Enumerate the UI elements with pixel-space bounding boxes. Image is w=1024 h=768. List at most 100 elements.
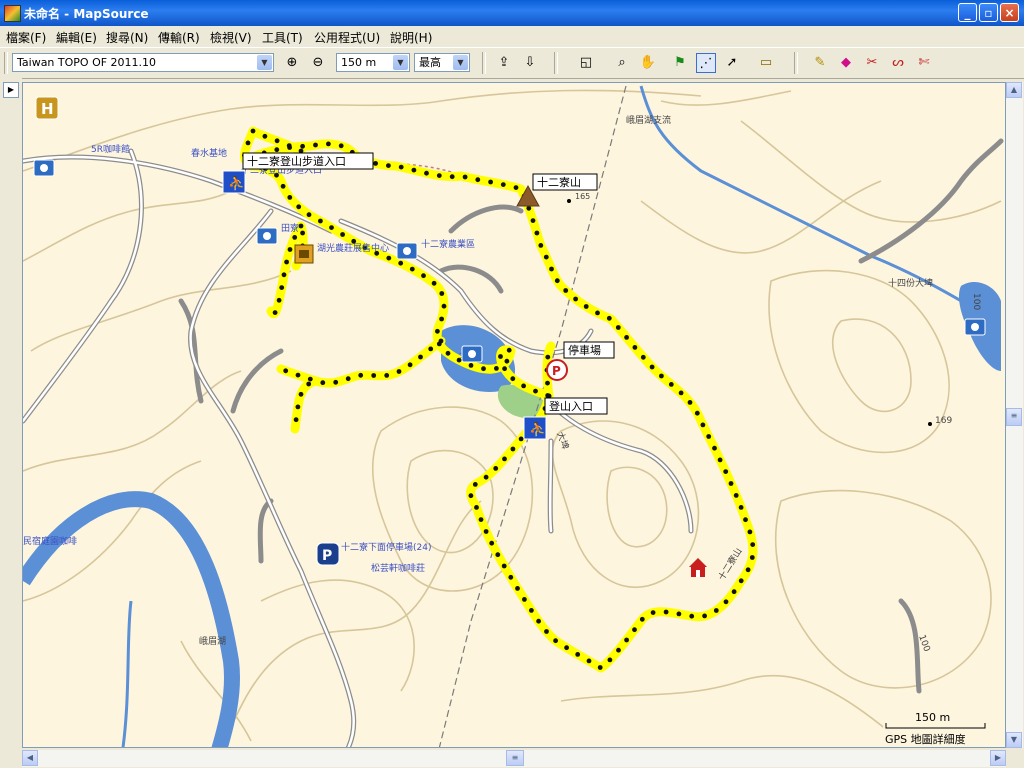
parking-icon[interactable]: P (316, 542, 340, 566)
track-point (358, 372, 364, 378)
measure-ruler-icon[interactable]: ▭ (756, 53, 776, 73)
track-point (468, 363, 474, 368)
label-spring: 春水基地 (191, 147, 227, 159)
vertical-scrollbar[interactable]: ▲ ≡ ▼ (1006, 82, 1023, 748)
maximize-button[interactable]: ▫ (979, 3, 998, 22)
selection-arrow-icon[interactable]: ➚ (722, 53, 742, 73)
svg-text:P: P (322, 548, 332, 564)
track-point (536, 618, 541, 624)
title-bar: 未命名 - MapSource _ ▫ × (0, 0, 1024, 26)
camera-icon[interactable] (964, 318, 986, 336)
track-point (295, 372, 301, 378)
track-point (409, 266, 415, 272)
callout-peak-text: 十二寮山 (537, 175, 581, 189)
pencil-icon[interactable]: ✎ (810, 53, 830, 73)
camera-icon[interactable] (461, 345, 483, 363)
label-hubaomei: 湖光農莊展售中心 (317, 242, 389, 254)
menu-help[interactable]: 說明(H) (390, 29, 432, 46)
menu-find[interactable]: 搜尋(N) (106, 29, 148, 46)
detail-select[interactable]: 最高 ▼ (414, 53, 470, 72)
hiker-icon[interactable]: ⛹ (523, 416, 547, 440)
camera-icon[interactable] (256, 227, 278, 245)
track-split-icon[interactable]: ✂ (862, 53, 882, 73)
map-product-select[interactable]: Taiwan TOPO OF 2011.10 ▼ (12, 53, 274, 72)
track-point (607, 657, 613, 663)
window-title: 未命名 - MapSource (24, 7, 149, 21)
zoom-out-icon[interactable]: ⊖ (308, 53, 328, 73)
svg-text:⛹: ⛹ (529, 420, 546, 438)
close-button[interactable]: × (1000, 3, 1019, 22)
zoom-in-icon[interactable]: ⊕ (282, 53, 302, 73)
callout-parking[interactable]: 停車場 (563, 341, 615, 359)
track-point (495, 552, 501, 558)
callout-trail-entrance-1[interactable]: 十二寮登山步道入口 (242, 152, 374, 170)
track-point (462, 174, 468, 180)
label-tianliao: 田寮 (281, 222, 299, 234)
track-point (749, 555, 755, 560)
menu-transfer[interactable]: 傳輸(R) (158, 29, 200, 46)
upload-to-device-icon[interactable]: ⇪ (494, 53, 514, 73)
map-view[interactable]: 春水基地 5R咖啡館 田寮 湖光農莊展售中心 十二寮農業區 大埤 十二寮下面停車… (22, 82, 1006, 748)
hotel-icon[interactable]: H (35, 96, 59, 120)
hiker-icon[interactable]: ⛹ (222, 170, 246, 194)
horizontal-scroll-thumb[interactable]: ≡ (506, 750, 524, 766)
track-point (494, 366, 499, 371)
callout-trail-entrance-2[interactable]: 登山入口 (544, 397, 608, 415)
expand-panel-icon[interactable]: ▶ (3, 82, 19, 98)
eraser-icon[interactable]: ◆ (836, 53, 856, 73)
label-elev-169: 169 (935, 416, 952, 426)
waypoint-flag-icon[interactable]: ⚑ (670, 53, 690, 73)
menu-tools[interactable]: 工具(T) (262, 29, 303, 46)
track-point (563, 288, 569, 293)
track-point (624, 637, 629, 643)
track-point (300, 143, 305, 149)
camera-icon[interactable] (33, 159, 55, 177)
temple-icon[interactable] (689, 558, 707, 577)
callout-peak[interactable]: 十二寮山 (532, 173, 598, 191)
track-point (296, 204, 302, 210)
track-point (606, 315, 612, 321)
scroll-up-icon[interactable]: ▲ (1006, 82, 1022, 98)
horizontal-scrollbar[interactable]: ◀ ≡ ▶ (22, 750, 1006, 767)
track-point (687, 400, 693, 405)
track-point (640, 354, 646, 360)
track-point (676, 611, 682, 617)
parking-icon[interactable]: P (546, 359, 568, 381)
track-point (428, 346, 434, 352)
track-point (439, 291, 445, 296)
track-point (521, 383, 526, 389)
scroll-down-icon[interactable]: ▼ (1006, 732, 1022, 748)
shop-icon[interactable] (294, 244, 314, 264)
menu-utilities[interactable]: 公用程式(U) (314, 29, 380, 46)
minimize-button[interactable]: _ (958, 3, 977, 22)
menu-edit[interactable]: 編輯(E) (56, 29, 97, 46)
scroll-right-icon[interactable]: ▶ (990, 750, 1006, 766)
label-dapi: 大埤 (554, 430, 571, 451)
track-point (438, 338, 444, 344)
track-join-icon[interactable]: ᔕ (888, 53, 908, 73)
route-tool-icon[interactable]: ⋰ (696, 53, 716, 73)
zoom-level-select[interactable]: 150 m ▼ (336, 53, 410, 72)
download-from-device-icon[interactable]: ⇩ (520, 53, 540, 73)
map-select-icon[interactable]: ◱ (576, 53, 596, 73)
track-point (436, 173, 442, 179)
zoom-tool-icon[interactable]: ⌕ (612, 53, 632, 73)
track-point (318, 218, 323, 224)
menu-file[interactable]: 檔案(F) (6, 29, 46, 46)
camera-icon[interactable] (396, 242, 418, 260)
track-point (513, 185, 519, 191)
map-canvas[interactable]: 春水基地 5R咖啡館 田寮 湖光農莊展售中心 十二寮農業區 大埤 十二寮下面停車… (23, 83, 1006, 748)
scale-label: 150 m (915, 711, 950, 724)
scroll-left-icon[interactable]: ◀ (22, 750, 38, 766)
chevron-down-icon[interactable]: ▼ (453, 55, 468, 70)
hand-pan-icon[interactable]: ✋ (638, 53, 658, 73)
vertical-scroll-thumb[interactable]: ≡ (1006, 408, 1022, 426)
track-point (544, 629, 549, 634)
chevron-down-icon[interactable]: ▼ (393, 55, 408, 70)
track-cut-icon[interactable]: ✄ (914, 53, 934, 73)
svg-text:H: H (41, 100, 54, 118)
chevron-down-icon[interactable]: ▼ (257, 55, 272, 70)
track-point (293, 417, 299, 423)
track-point (483, 474, 489, 480)
menu-view[interactable]: 檢視(V) (210, 29, 252, 46)
